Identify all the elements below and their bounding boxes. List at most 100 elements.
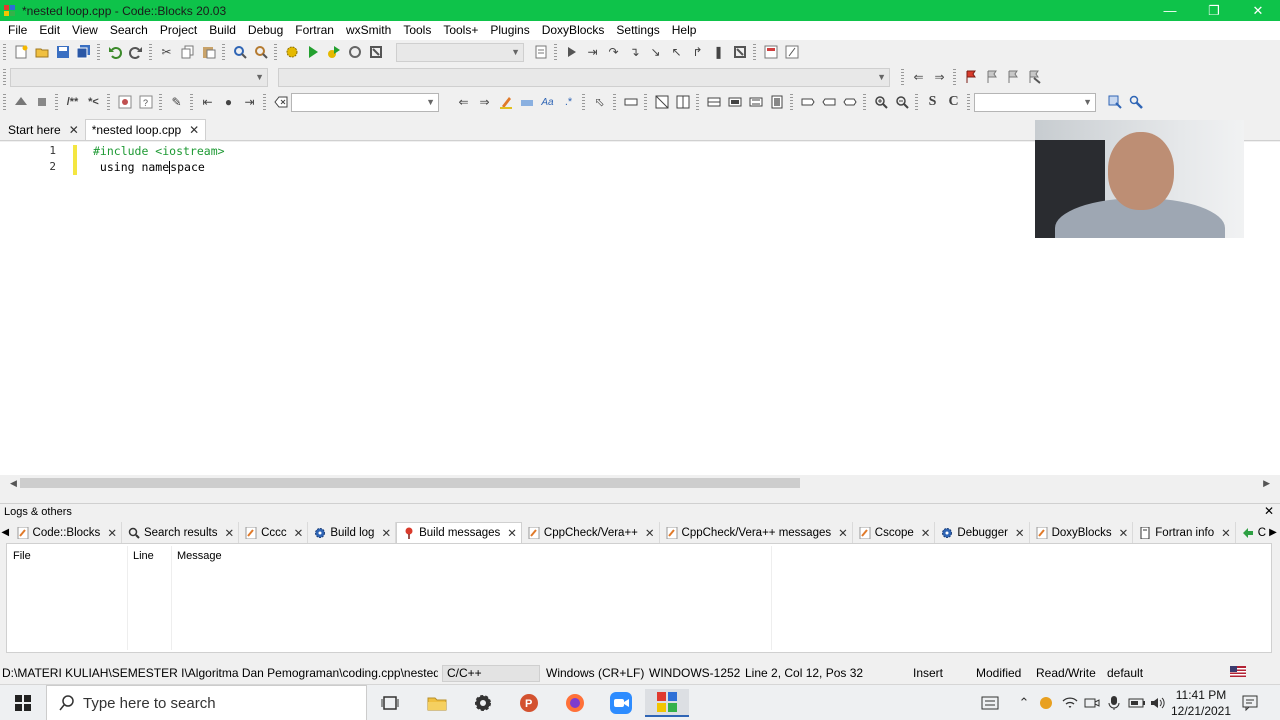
nassi-c-icon[interactable]: C — [943, 92, 964, 113]
match-case-icon[interactable]: Aa — [537, 92, 558, 113]
firefox-icon[interactable] — [553, 689, 597, 717]
highlight-icon[interactable] — [495, 92, 516, 113]
zoom-out-icon[interactable] — [891, 92, 912, 113]
close-tab-icon[interactable]: ✕ — [189, 123, 199, 137]
menu-settings[interactable]: Settings — [610, 21, 665, 40]
first-icon[interactable]: ⇤ — [197, 92, 218, 113]
do-while-icon[interactable] — [745, 92, 766, 113]
tab-cccc[interactable]: Cccc ✕ — [239, 522, 309, 543]
close-tab-icon[interactable]: ✕ — [921, 526, 931, 540]
replace-icon[interactable] — [250, 42, 271, 63]
run-to-cursor-icon[interactable]: ⇥ — [582, 42, 603, 63]
column-header-message[interactable]: Message — [177, 550, 222, 562]
tab-cscope[interactable]: Cscope ✕ — [853, 522, 936, 543]
start-button[interactable] — [0, 685, 46, 720]
copy-icon[interactable] — [177, 42, 198, 63]
menu-fortran[interactable]: Fortran — [289, 21, 340, 40]
close-panel-icon[interactable]: ✕ — [1264, 504, 1274, 518]
break-debugger-icon[interactable]: ❚ — [708, 42, 729, 63]
volume-icon[interactable] — [1148, 685, 1168, 720]
toolbar-grip[interactable] — [3, 69, 6, 85]
select-icon[interactable]: ⬁ — [589, 92, 610, 113]
save-all-icon[interactable] — [73, 42, 94, 63]
notifications-icon[interactable] — [1238, 685, 1262, 720]
close-tab-icon[interactable]: ✕ — [69, 123, 79, 137]
tabs-scroll-left-icon[interactable]: ◀ — [0, 522, 11, 543]
regex-icon[interactable]: .* — [558, 92, 579, 113]
menu-view[interactable]: View — [66, 21, 104, 40]
close-tab-icon[interactable]: ✕ — [381, 526, 391, 540]
search-next-icon[interactable]: ⇒ — [474, 92, 495, 113]
block-icon[interactable] — [766, 92, 787, 113]
jump-back-icon[interactable]: ⇐ — [908, 67, 929, 88]
build-gear-icon[interactable] — [281, 42, 302, 63]
keyboard-layout-icon[interactable] — [978, 685, 1002, 720]
target-dialog-icon[interactable] — [530, 42, 551, 63]
continue-icon[interactable] — [818, 92, 839, 113]
build-and-run-icon[interactable] — [323, 42, 344, 63]
step-out-icon[interactable]: ↖ — [666, 42, 687, 63]
various-info-icon[interactable] — [781, 42, 802, 63]
stop-debugger-icon[interactable] — [729, 42, 750, 63]
scope-select[interactable]: ▼ — [10, 67, 268, 87]
scroll-right-icon[interactable]: ▶ — [1263, 476, 1270, 490]
settings-gear-icon[interactable] — [461, 689, 505, 717]
microphone-icon[interactable] — [1104, 685, 1124, 720]
zoom-app-icon[interactable] — [599, 689, 643, 717]
function-select[interactable]: ▼ — [278, 67, 890, 87]
menu-wxsmith[interactable]: wxSmith — [340, 21, 397, 40]
selected-text-only-icon[interactable] — [516, 92, 537, 113]
task-view-icon[interactable] — [368, 689, 412, 717]
step-into-instruction-icon[interactable]: ↱ — [687, 42, 708, 63]
line-comment-icon[interactable]: *< — [83, 92, 104, 113]
redo-icon[interactable] — [125, 42, 146, 63]
incremental-search-input[interactable]: ▼ — [291, 92, 439, 112]
build-messages-list[interactable]: File Line Message — [6, 543, 1272, 653]
menu-edit[interactable]: Edit — [33, 21, 66, 40]
tab-build-messages[interactable]: Build messages ✕ — [396, 522, 522, 543]
menu-help[interactable]: Help — [666, 21, 703, 40]
step-into-icon[interactable]: ↘ — [645, 42, 666, 63]
menu-project[interactable]: Project — [154, 21, 203, 40]
prev-bookmark-icon[interactable] — [981, 67, 1002, 88]
search-prev-icon[interactable]: ⇐ — [453, 92, 474, 113]
break-icon[interactable] — [797, 92, 818, 113]
file-explorer-icon[interactable] — [415, 689, 459, 717]
tab-debugger[interactable]: Debugger ✕ — [935, 522, 1030, 543]
menu-build[interactable]: Build — [203, 21, 242, 40]
undo-icon[interactable] — [104, 42, 125, 63]
menu-file[interactable]: File — [2, 21, 33, 40]
menu-doxyblocks[interactable]: DoxyBlocks — [536, 21, 611, 40]
close-tab-icon[interactable]: ✕ — [507, 526, 517, 540]
menu-plugins[interactable]: Plugins — [484, 21, 535, 40]
doxy-extract-icon[interactable] — [31, 92, 52, 113]
while-loop-icon[interactable] — [703, 92, 724, 113]
meet-now-icon[interactable] — [1082, 685, 1102, 720]
debugging-windows-icon[interactable] — [760, 42, 781, 63]
jump-forward-icon[interactable]: ⇒ — [929, 67, 950, 88]
open-folder-icon[interactable] — [31, 42, 52, 63]
next-bookmark-icon[interactable] — [1002, 67, 1023, 88]
wifi-icon[interactable] — [1060, 685, 1080, 720]
clear-search-icon[interactable] — [270, 92, 291, 113]
column-header-line[interactable]: Line — [133, 550, 154, 562]
tab-nested-loop[interactable]: *nested loop.cpp ✕ — [84, 119, 207, 140]
for-loop-icon[interactable] — [724, 92, 745, 113]
tab-doxyblocks[interactable]: DoxyBlocks ✕ — [1030, 522, 1134, 543]
cut-icon[interactable]: ✂ — [156, 42, 177, 63]
tab-build-log[interactable]: Build log ✕ — [308, 522, 397, 543]
settings-wrench-icon[interactable] — [1125, 92, 1146, 113]
toggle-bookmark-icon[interactable] — [960, 67, 981, 88]
scrollbar-thumb[interactable] — [20, 478, 800, 488]
find-icon[interactable] — [229, 42, 250, 63]
last-icon[interactable]: ⇥ — [239, 92, 260, 113]
tray-app-icon[interactable] — [1036, 685, 1056, 720]
tab-start-here[interactable]: Start here ✕ — [2, 119, 85, 140]
tabs-scroll-right-icon[interactable]: ▶ — [1266, 522, 1280, 543]
record-icon[interactable]: ● — [218, 92, 239, 113]
close-tab-icon[interactable]: ✕ — [107, 526, 117, 540]
menu-debug[interactable]: Debug — [242, 21, 289, 40]
run-icon[interactable] — [302, 42, 323, 63]
close-tab-icon[interactable]: ✕ — [1015, 526, 1025, 540]
doxy-config-icon[interactable]: ✎ — [166, 92, 187, 113]
